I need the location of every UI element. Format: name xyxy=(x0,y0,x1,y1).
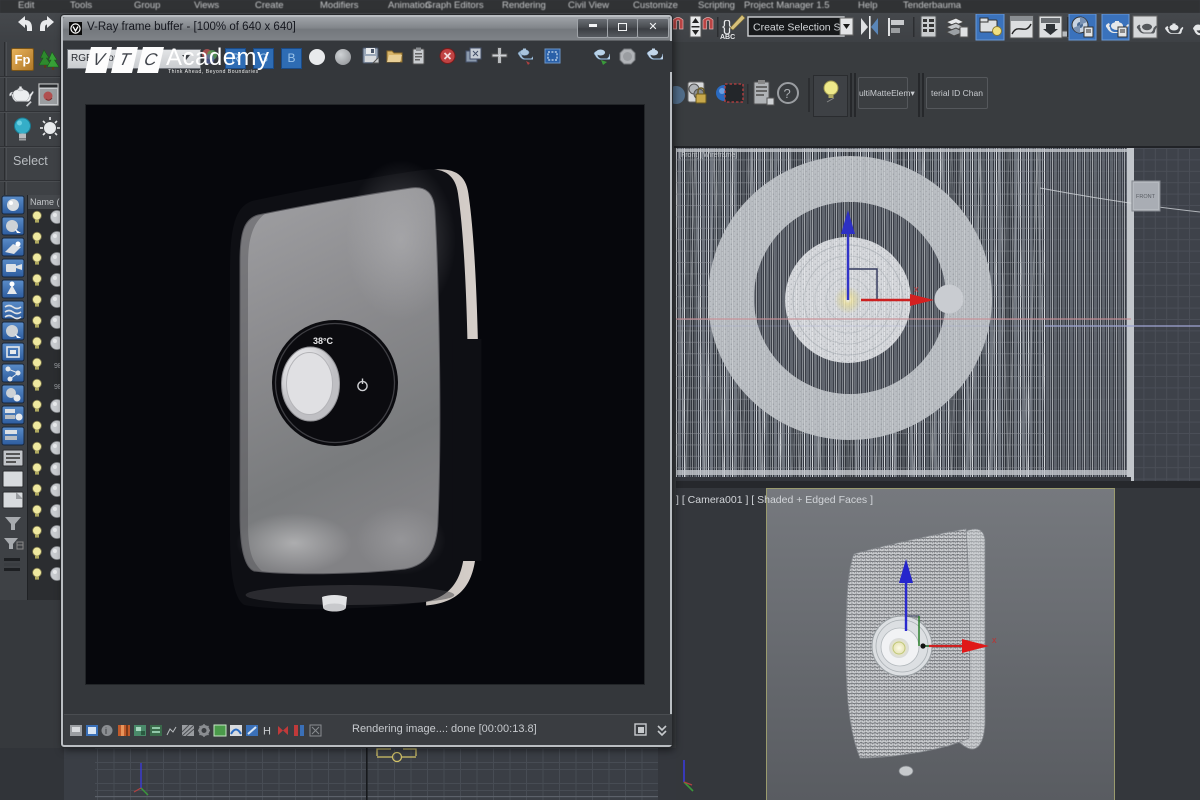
svg-text:ABC: ABC xyxy=(720,34,735,41)
svg-text:?: ? xyxy=(784,86,791,101)
svg-text:{}: {} xyxy=(722,18,732,35)
svg-text:Create Selection Se: Create Selection Se xyxy=(753,22,847,34)
svg-text:x: x xyxy=(914,284,919,294)
svg-text:i: i xyxy=(105,726,107,736)
svg-text:] [ Camera001 ] [ Shaded + Edg: ] [ Camera001 ] [ Shaded + Edged Faces ] xyxy=(676,494,873,506)
svg-text:[Front] [Wireframe]: [Front] [Wireframe] xyxy=(679,152,737,159)
svg-text:H: H xyxy=(263,726,271,738)
svg-text:FRONT: FRONT xyxy=(1136,194,1156,200)
svg-text:38°C: 38°C xyxy=(313,336,334,346)
svg-text:x: x xyxy=(992,635,997,645)
